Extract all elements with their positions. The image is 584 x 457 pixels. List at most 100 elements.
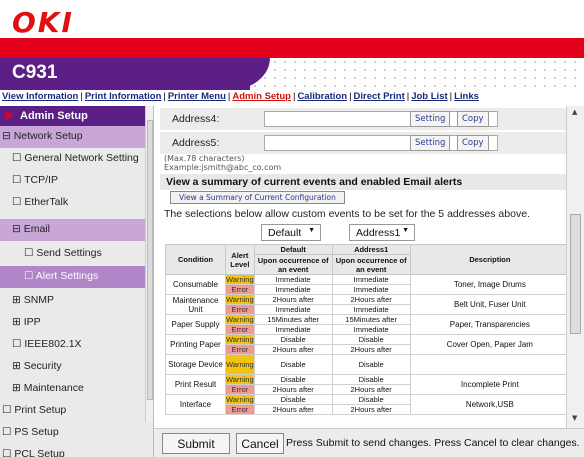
sidebar-item-pcl-setup[interactable]: ☐ PCL Setup (0, 444, 145, 457)
nav-calibration[interactable]: Calibration (297, 91, 347, 102)
sidebar-item-snmp[interactable]: ⊞ SNMP (0, 290, 145, 312)
address-timing-cell[interactable]: 2Hours after (331, 294, 411, 305)
error-level-badge: Error (225, 304, 255, 315)
sidebar-item-ipp[interactable]: ⊞ IPP (0, 312, 145, 334)
address-timing-cell[interactable]: Immediate (331, 304, 411, 315)
address-timing-cell[interactable]: 2Hours after (331, 384, 411, 395)
address-timing-cell[interactable]: Disable (331, 354, 411, 375)
address-timing-cell[interactable]: Disable (331, 374, 411, 385)
sidebar-item-print-setup[interactable]: ☐ Print Setup (0, 400, 145, 422)
error-level-badge: Error (225, 384, 255, 395)
sidebar-item-ieee8021x[interactable]: ☐ IEEE802.1X (0, 334, 145, 356)
sidebar-item-email[interactable]: ⊟ Email (0, 219, 145, 241)
default-timing-cell: Disable (253, 334, 333, 345)
default-timing-cell: Immediate (253, 284, 333, 295)
address4-setting-button[interactable]: Setting (410, 111, 451, 127)
address5-copy-button[interactable]: Copy (457, 135, 489, 151)
custom-events-description: The selections below allow custom events… (164, 208, 530, 220)
red-banner (0, 38, 584, 58)
main-scrollbar[interactable]: ▲ ▼ (566, 106, 584, 428)
header-default: Default (253, 244, 333, 255)
header-condition: Condition (165, 244, 226, 275)
oki-logo: OKI (12, 6, 74, 39)
nav-print-information[interactable]: Print Information (85, 91, 162, 102)
top-navigation: View Information | Print Information | Print… (2, 91, 479, 102)
arrow-icon: ▶ (6, 110, 14, 121)
default-select-value: Default (268, 227, 302, 239)
warning-level-badge: Warning (225, 274, 255, 285)
sidebar-item-tcpip[interactable]: ☐ TCP/IP (0, 170, 145, 192)
sidebar-item-security[interactable]: ⊞ Security (0, 356, 145, 378)
default-timing-cell: Immediate (253, 274, 333, 285)
chevron-down-icon: ▼ (308, 227, 315, 234)
nav-links[interactable]: Links (454, 91, 479, 102)
sidebar-item-maintenance[interactable]: ⊞ Maintenance (0, 378, 145, 400)
default-timing-cell: 2Hours after (253, 294, 333, 305)
table-row: Maintenance Unit Warning 2Hours after 2Hour… (165, 294, 571, 315)
view-summary-button[interactable]: View a Summary of Current Configuration (170, 191, 345, 204)
address4-label: Address4: (172, 113, 220, 125)
nav-direct-print[interactable]: Direct Print (354, 91, 405, 102)
summary-title: View a summary of current events and ena… (160, 174, 572, 190)
table-row: Paper Supply Warning 15Minutes after 15Minu… (165, 314, 571, 335)
header-alert-level: Alert Level (225, 244, 255, 275)
nav-view-information[interactable]: View Information (2, 91, 78, 102)
scroll-up-icon[interactable]: ▲ (572, 108, 577, 116)
header-default-sub: Upon occurrence of an event (253, 254, 333, 275)
address-timing-cell[interactable]: 15Minutes after (331, 314, 411, 325)
address4-copy-button[interactable]: Copy (457, 111, 489, 127)
header: OKI (0, 0, 584, 58)
address-timing-cell[interactable]: Disable (331, 334, 411, 345)
sidebar-item-general-network-setting[interactable]: ☐ General Network Setting (0, 148, 145, 170)
condition-cell: Printing Paper (165, 334, 226, 355)
address-timing-cell[interactable]: Immediate (331, 274, 411, 285)
warning-level-badge: Warning (225, 294, 255, 305)
nav-job-list[interactable]: Job List (411, 91, 447, 102)
submit-button[interactable]: Submit (162, 433, 230, 454)
table-row: Storage Device Warning Disable Disable (165, 354, 571, 375)
table-row: Interface Warning Disable Disable Network,US… (165, 394, 571, 415)
condition-cell: Storage Device (165, 354, 226, 375)
default-select[interactable]: Default ▼ (261, 224, 321, 241)
footer-message: Press Submit to send changes. Press Canc… (286, 437, 580, 449)
sidebar-item-send-settings[interactable]: ☐ Send Settings (0, 243, 145, 265)
header-address1: Address1 (331, 244, 411, 255)
scroll-down-icon[interactable]: ▼ (572, 414, 577, 422)
table-row: Consumable Warning Immediate Immediate Toner… (165, 274, 571, 295)
sidebar-item-ps-setup[interactable]: ☐ PS Setup (0, 422, 145, 444)
default-timing-cell: 2Hours after (253, 384, 333, 395)
address5-setting-button[interactable]: Setting (410, 135, 451, 151)
cancel-button[interactable]: Cancel (236, 433, 284, 454)
max-chars-note: (Max.78 characters) (164, 154, 245, 163)
description-cell: Toner, Image Drums (409, 274, 571, 295)
description-cell: Paper, Transparencies (409, 314, 571, 335)
address-timing-cell[interactable]: Immediate (331, 284, 411, 295)
address-select[interactable]: Address1 ▼ (349, 224, 415, 241)
default-timing-cell: Immediate (253, 324, 333, 335)
warning-level-badge: Warning (225, 354, 255, 375)
nav-printer-menu[interactable]: Printer Menu (168, 91, 226, 102)
sidebar-scrollbar[interactable] (145, 106, 153, 422)
header-description: Description (409, 244, 571, 275)
sidebar-item-ethertalk[interactable]: ☐ EtherTalk (0, 192, 145, 214)
model-name: C931 (12, 62, 58, 83)
address4-row: Address4: Setting Copy (160, 108, 572, 130)
nav-admin-setup[interactable]: Admin Setup (232, 91, 291, 102)
address-timing-cell[interactable]: 2Hours after (331, 404, 411, 415)
address-timing-cell[interactable]: Immediate (331, 324, 411, 335)
main-scroll-thumb[interactable] (570, 214, 581, 334)
sidebar-item-network-setup[interactable]: ⊟ Network Setup (0, 126, 145, 148)
sidebar-scroll-thumb[interactable] (147, 120, 153, 400)
header-address1-sub: Upon occurrence of an event (331, 254, 411, 275)
description-cell: Incomplete Print (409, 374, 571, 395)
sidebar-header-label: Admin Setup (20, 110, 88, 122)
sidebar-item-alert-settings[interactable]: ☐ Alert Settings (0, 266, 145, 288)
sidebar-header[interactable]: ▶ Admin Setup (0, 106, 145, 126)
table-row: Print Result Warning Disable Disable Incompl… (165, 374, 571, 395)
default-timing-cell: 2Hours after (253, 344, 333, 355)
address-timing-cell[interactable]: Disable (331, 394, 411, 405)
address-timing-cell[interactable]: 2Hours after (331, 344, 411, 355)
address-select-value: Address1 (356, 227, 401, 239)
address5-row: Address5: Setting Copy (160, 132, 572, 154)
default-timing-cell: 15Minutes after (253, 314, 333, 325)
